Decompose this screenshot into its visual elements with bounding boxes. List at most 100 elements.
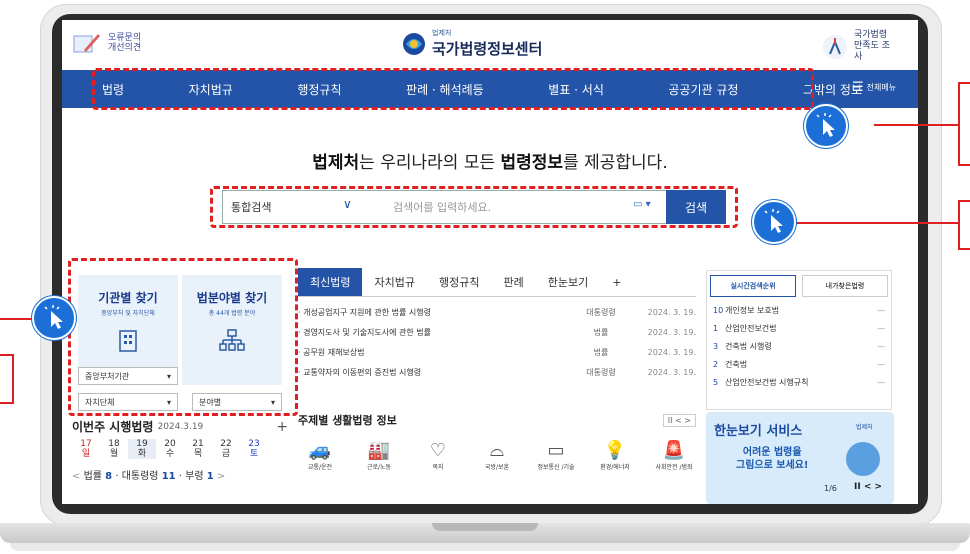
weekly-more-button[interactable]: + [276, 419, 288, 435]
week-calendar: 17 일 18 월 19 화 20 수 21 목 22 금 23 토 [72, 439, 288, 459]
life-item-label: 근로/노동 [366, 464, 392, 471]
rank-title: 산업안전보건법 시행규칙 [725, 377, 809, 387]
site-logo[interactable]: 법제처 국가법령정보센터 [402, 28, 542, 59]
life-item-energy[interactable]: 💡 환경/에너지 [593, 440, 637, 471]
rank-change: — [877, 359, 885, 369]
survey-link[interactable]: 국가법령 만족도 조사 [822, 30, 898, 63]
day-item[interactable]: 18 월 [100, 439, 128, 459]
tab-precedent[interactable]: 판례 [491, 268, 535, 296]
rank-title: 산업안전보건법 [725, 323, 777, 333]
list-item[interactable]: · 경영지도사 및 기술지도사에 관한 법률 법률 2024. 3. 19. [298, 322, 696, 342]
nav-highlight-box [92, 68, 814, 110]
law-date: 2024. 3. 19. [647, 307, 696, 317]
cursor-click-icon [32, 296, 76, 340]
search-ranking-panel: 실시간검색순위 내가찾은법령 10 개인정보 보호법 — 1 산업안전보건법 — 3 건축… [706, 270, 892, 410]
rank-number: 5 [713, 377, 719, 387]
weekly-laws-panel: 이번주 시행법령 2024.3.19 + 17 일 18 월 19 화 20 수 21 목… [72, 418, 288, 483]
life-item-safety[interactable]: 🚨 사회안전 /범죄 [652, 440, 696, 471]
list-item[interactable]: · 개성공업지구 지원에 관한 법률 시행령 대통령령 2024. 3. 19. [298, 302, 696, 322]
law-name: · 교통약자의 이동편의 증진법 시행령 [298, 367, 422, 377]
banner-page-indicator: 1/6 [824, 484, 837, 493]
list-item[interactable]: · 교통약자의 이동편의 증진법 시행령 대통령령 2024. 3. 19. [298, 362, 696, 382]
banner-controls[interactable]: II < > [854, 482, 882, 492]
tab-latest-law[interactable]: 최신법령 [298, 268, 363, 296]
tab-my-laws[interactable]: 내가찾은법령 [802, 275, 888, 297]
list-item[interactable]: 5 산업안전보건법 시행규칙 — [707, 373, 891, 391]
lightbulb-icon: 💡 [603, 440, 627, 461]
callout-box-finder [0, 354, 14, 404]
life-law-panel: 주제별 생활법령 정보 II < > 🚙 교통/운전 🏭 근로/노동 ♡ 복지 ⌓ 국방… [298, 412, 696, 471]
cursor-click-icon [804, 104, 848, 148]
life-item-label: 사회안전 /범죄 [655, 464, 693, 471]
life-item-labor[interactable]: 🏭 근로/노동 [357, 440, 401, 471]
life-item-welfare[interactable]: ♡ 복지 [416, 440, 460, 471]
life-pager[interactable]: II < > [662, 413, 696, 427]
monitor-icon: ▭ [547, 440, 565, 461]
day-number: 22 [220, 439, 232, 449]
logo-emblem-icon [403, 32, 425, 55]
law-kind: 법률 [593, 347, 609, 357]
day-item[interactable]: 20 수 [156, 439, 184, 459]
day-item[interactable]: 17 일 [72, 439, 100, 459]
life-item-it[interactable]: ▭ 정보통신 /기술 [534, 440, 578, 471]
banner-line-2: 그림으로 보세요! [736, 460, 809, 471]
day-weekday: 일 [81, 449, 91, 459]
law-name: · 경영지도사 및 기술지도사에 관한 법률 [298, 327, 432, 337]
rank-number: 10 [713, 305, 724, 315]
law-kind: 법률 [593, 327, 609, 337]
tagline-strong: 법령정보 [500, 153, 564, 173]
tab-more-button[interactable]: + [600, 268, 633, 296]
law-tabs: 최신법령 자치법규 행정규칙 판례 한눈보기 + [298, 268, 696, 297]
tab-local-law[interactable]: 자치법규 [362, 268, 426, 296]
banner-title: 한눈보기 서비스 [714, 424, 803, 439]
day-item[interactable]: 23 토 [240, 439, 268, 459]
rank-change: — [877, 341, 885, 351]
cursor-click-icon [752, 200, 796, 244]
list-item[interactable]: 1 산업안전보건법 — [707, 319, 891, 337]
list-item[interactable]: 10 개인정보 보호법 — [707, 301, 891, 319]
weekly-date: 2024.3.19 [157, 421, 204, 432]
day-weekday: 토 [249, 449, 259, 459]
list-item[interactable]: 2 건축법 — [707, 355, 891, 373]
life-item-label: 교통/운전 [307, 464, 333, 471]
banner-line-1: 어려운 법령을 [742, 447, 802, 458]
all-menu-button[interactable]: ☰ 전체메뉴 [852, 80, 896, 95]
tagline-brand: 법제처 [312, 153, 360, 173]
search-highlight-box [210, 186, 738, 228]
finder-highlight-box [68, 258, 298, 416]
day-item-current[interactable]: 19 화 [128, 439, 156, 459]
rank-title: 건축법 시행령 [725, 341, 772, 351]
list-item[interactable]: 3 건축법 시행령 — [707, 337, 891, 355]
overview-service-banner[interactable]: 한눈보기 서비스 법제처 어려운 법령을 그림으로 보세요! 1/6 II < … [706, 412, 894, 504]
day-weekday: 화 [137, 449, 147, 459]
browser-screen: 오류문의 개선의견 법제처 국가법령정보센터 국가법령 만족도 조사 법령 자치… [62, 20, 918, 504]
rank-title: 건축법 [725, 359, 748, 369]
prev-arrow-icon[interactable]: < [72, 471, 80, 482]
tab-overview[interactable]: 한눈보기 [536, 268, 600, 296]
helmet-icon: ⌓ [489, 440, 505, 461]
law-date: 2024. 3. 19. [647, 347, 696, 357]
day-item[interactable]: 22 금 [212, 439, 240, 459]
life-item-label: 환경/에너지 [600, 464, 630, 471]
factory-icon: 🏭 [367, 440, 391, 461]
callout-leader-search [786, 222, 960, 224]
next-arrow-icon[interactable]: > [217, 471, 225, 482]
day-weekday: 금 [221, 449, 231, 459]
tagline-mid: 는 우리나라의 모든 [359, 153, 501, 173]
life-item-traffic[interactable]: 🚙 교통/운전 [298, 440, 342, 471]
law-kind: 대통령령 [586, 367, 616, 377]
feedback-link[interactable]: 오류문의 개선의견 [72, 28, 152, 58]
tab-admin-rule[interactable]: 행정규칙 [427, 268, 491, 296]
latest-law-list: · 개성공업지구 지원에 관한 법률 시행령 대통령령 2024. 3. 19. ·… [298, 302, 696, 382]
tab-realtime-ranking[interactable]: 실시간검색순위 [710, 275, 796, 297]
day-number: 20 [164, 439, 176, 449]
car-icon: 🚙 [308, 440, 332, 461]
day-weekday: 월 [109, 449, 119, 459]
life-item-defense[interactable]: ⌓ 국방/보훈 [475, 440, 519, 471]
banner-text: 어려운 법령을 그림으로 보세요! [736, 446, 808, 472]
list-item[interactable]: · 공무원 재해보상법 법률 2024. 3. 19. [298, 342, 696, 362]
tagline: 법제처는 우리나라의 모든 법령정보를 제공합니다. [62, 148, 918, 173]
day-item[interactable]: 21 목 [184, 439, 212, 459]
rank-title: 개인정보 보호법 [725, 305, 780, 315]
day-number: 18 [108, 439, 120, 449]
